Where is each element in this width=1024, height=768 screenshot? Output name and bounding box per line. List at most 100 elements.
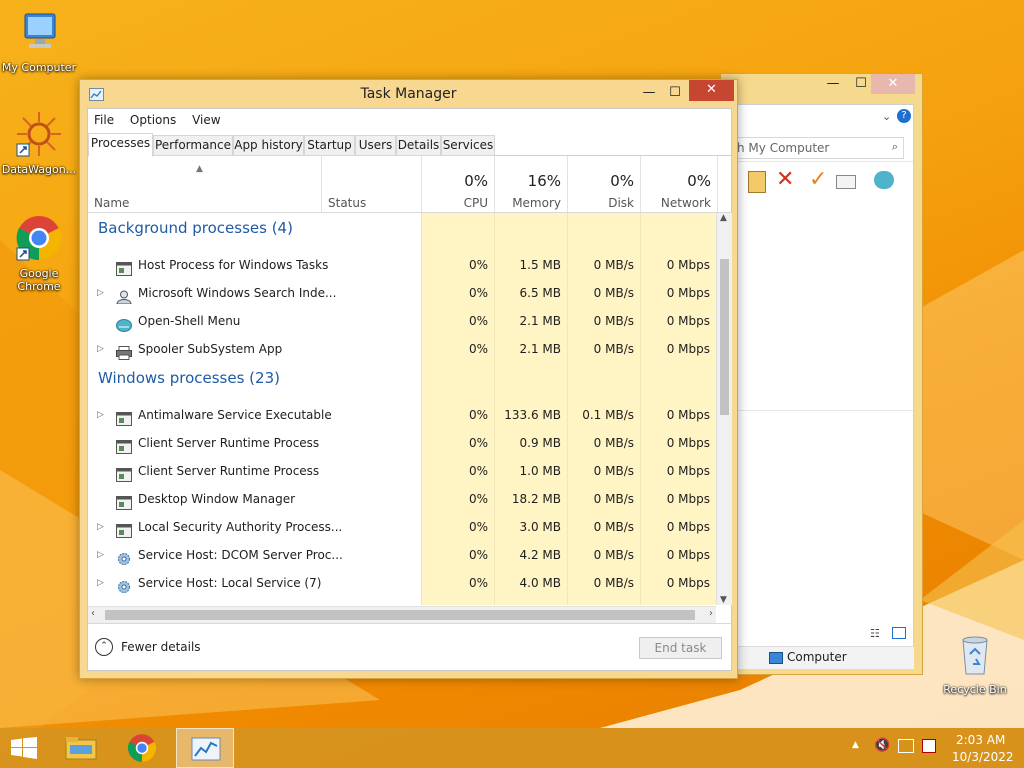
tab-users[interactable]: Users	[355, 135, 396, 156]
process-name: Client Server Runtime Process	[138, 436, 320, 450]
maximize-button[interactable]: ☐	[662, 83, 688, 103]
tab-services[interactable]: Services	[441, 135, 495, 156]
minimize-button[interactable]: —	[636, 83, 662, 103]
scroll-left-arrow-icon[interactable]: ‹	[91, 608, 95, 619]
desktop-icon-label: Recycle Bin	[943, 683, 1007, 696]
vertical-scrollbar[interactable]: ▲ ▼	[716, 213, 732, 605]
expand-arrow-icon[interactable]: ▷	[97, 569, 104, 597]
explorer-window[interactable]: — ☐ ✕ ⌄ ? h My Computer ⌕ ✕ ✓ ☷ Computer	[720, 73, 923, 675]
process-row[interactable]: ▷ Local Security Authority Process... 0% 3.…	[88, 513, 716, 541]
tab-app-history[interactable]: App history	[233, 135, 304, 156]
windows-logo-icon	[11, 737, 37, 759]
menu-view[interactable]: View	[186, 109, 226, 131]
scroll-thumb[interactable]	[720, 259, 729, 415]
menu-options[interactable]: Options	[124, 109, 182, 131]
column-disk[interactable]: 0% Disk	[568, 156, 641, 212]
shell-icon[interactable]	[874, 171, 894, 189]
tab-startup[interactable]: Startup	[304, 135, 355, 156]
taskbar-chrome[interactable]	[114, 728, 172, 768]
scroll-up-arrow-icon[interactable]: ▲	[720, 213, 727, 223]
column-network[interactable]: 0% Network	[641, 156, 718, 212]
fewer-details-label: Fewer details	[121, 640, 201, 654]
end-task-button[interactable]: End task	[639, 637, 722, 659]
start-button[interactable]	[0, 728, 48, 768]
process-list[interactable]: Background processes (4) Host Process for…	[88, 213, 716, 605]
process-cpu-value: 0%	[468, 520, 488, 534]
process-row[interactable]: Desktop Window Manager 0% 18.2 MB 0 MB/s 0 M…	[88, 485, 716, 513]
tab-details[interactable]: Details	[396, 135, 441, 156]
app-window-icon	[116, 436, 132, 454]
clock-date[interactable]: 10/3/2022	[952, 750, 1014, 764]
horizontal-scrollbar[interactable]: ‹ ›	[88, 606, 716, 623]
scroll-right-arrow-icon[interactable]: ›	[709, 608, 713, 619]
process-row[interactable]: Client Server Runtime Process 0% 0.9 MB 0 M…	[88, 429, 716, 457]
column-cpu[interactable]: 0% CPU	[422, 156, 495, 212]
task-manager-window[interactable]: Task Manager — ☐ ✕ File Options View Pro…	[79, 79, 738, 679]
process-network-value: 0 Mbps	[666, 520, 710, 534]
large-icons-view-icon[interactable]	[892, 627, 906, 639]
process-row[interactable]: ▷ Spooler SubSystem App 0% 2.1 MB 0 MB/s 0 Mb…	[88, 335, 716, 363]
app-window-icon	[116, 464, 132, 482]
process-row[interactable]: ▷ Antimalware Service Executable 0% 133.6 M…	[88, 401, 716, 429]
show-hidden-icons-arrow[interactable]: ▲	[852, 740, 859, 750]
close-button[interactable]: ✕	[689, 80, 734, 101]
action-center-error-icon[interactable]	[922, 739, 936, 753]
expand-arrow-icon[interactable]: ▷	[97, 541, 104, 569]
process-disk-value: 0 MB/s	[593, 314, 634, 328]
column-name[interactable]: ▲ Name	[88, 156, 322, 212]
taskbar-task-manager[interactable]	[176, 728, 234, 768]
details-view-icon[interactable]: ☷	[870, 627, 880, 640]
disk-total-percent: 0%	[610, 172, 634, 190]
desktop-icon-recycle-bin[interactable]: Recycle Bin	[936, 630, 1014, 696]
desktop-icon-datawagon[interactable]: DataWagon...	[0, 110, 78, 176]
minimize-button[interactable]: —	[819, 74, 847, 94]
process-memory-value: 133.6 MB	[504, 408, 561, 422]
help-icon[interactable]: ?	[897, 109, 911, 123]
tab-performance[interactable]: Performance	[153, 135, 233, 156]
process-row[interactable]: Open-Shell Menu 0% 2.1 MB 0 MB/s 0 Mbps	[88, 307, 716, 335]
task-manager-icon	[191, 737, 221, 761]
search-input[interactable]: h My Computer ⌕	[734, 137, 904, 159]
scroll-thumb[interactable]	[105, 610, 695, 620]
menu-file[interactable]: File	[88, 109, 120, 131]
column-name-label: Name	[94, 196, 130, 210]
taskbar-file-explorer[interactable]	[52, 728, 110, 768]
process-cpu-value: 0%	[468, 576, 488, 590]
expand-arrow-icon[interactable]: ▷	[97, 279, 104, 307]
properties-icon[interactable]	[836, 175, 856, 189]
chrome-icon	[127, 734, 157, 762]
checkmark-icon[interactable]: ✓	[809, 167, 827, 192]
column-network-label: Network	[660, 196, 711, 210]
chevron-down-icon[interactable]: ⌄	[882, 110, 891, 123]
volume-muted-icon[interactable]: 🔇	[874, 738, 890, 753]
content-divider	[730, 410, 913, 411]
column-memory[interactable]: 16% Memory	[495, 156, 568, 212]
clipboard-icon[interactable]	[748, 171, 766, 193]
delete-icon[interactable]: ✕	[776, 167, 794, 192]
process-cpu-value: 0%	[468, 436, 488, 450]
expand-arrow-icon[interactable]: ▷	[97, 401, 104, 429]
footer: ⌃ Fewer details End task	[88, 623, 731, 671]
process-network-value: 0 Mbps	[666, 342, 710, 356]
system-tray: ▲ 🔇 2:03 AM 10/3/2022	[846, 728, 1024, 768]
process-row[interactable]: ▷ Service Host: Local Service (7) 0% 4.0 MB…	[88, 569, 716, 597]
process-cpu-value: 0%	[468, 314, 488, 328]
expand-arrow-icon[interactable]: ▷	[97, 335, 104, 363]
process-row[interactable]: ▷ Service Host: DCOM Server Proc... 0% 4.2 …	[88, 541, 716, 569]
process-row[interactable]: ▷ Microsoft Windows Search Inde... 0% 6.5 M…	[88, 279, 716, 307]
process-row[interactable]: Client Server Runtime Process 0% 1.0 MB 0 M…	[88, 457, 716, 485]
process-memory-value: 3.0 MB	[519, 520, 561, 534]
clock-time[interactable]: 2:03 AM	[956, 733, 1005, 747]
desktop-icon-my-computer[interactable]: My Computer	[0, 8, 78, 74]
network-error-icon[interactable]	[898, 739, 914, 753]
tab-processes[interactable]: Processes	[88, 133, 153, 157]
desktop-icon-google-chrome[interactable]: Google Chrome	[0, 214, 78, 293]
process-row[interactable]: Host Process for Windows Tasks 0% 1.5 MB 0 …	[88, 251, 716, 279]
column-memory-label: Memory	[512, 196, 561, 210]
close-button[interactable]: ✕	[871, 74, 915, 94]
scroll-down-arrow-icon[interactable]: ▼	[720, 595, 727, 605]
expand-arrow-icon[interactable]: ▷	[97, 513, 104, 541]
process-name: Service Host: Local Service (7)	[138, 576, 322, 590]
process-name: Spooler SubSystem App	[138, 342, 283, 356]
column-status[interactable]: Status	[322, 156, 422, 212]
